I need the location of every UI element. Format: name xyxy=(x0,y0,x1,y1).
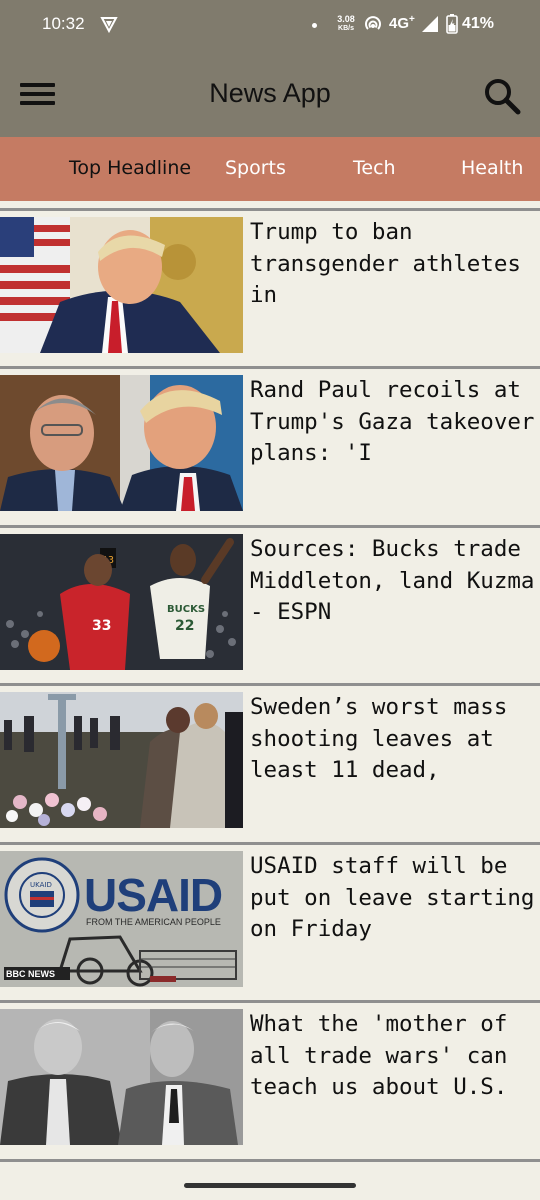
hotspot-icon xyxy=(365,16,381,30)
news-thumbnail-image xyxy=(0,217,243,353)
network-speed: 3.08 KB/s xyxy=(332,14,360,34)
notification-dot-icon xyxy=(312,23,317,28)
news-headline: Sources: Bucks trade Middleton, land Kuz… xyxy=(250,536,535,625)
news-list-item[interactable]: UKAID USAID FROM THE AMERICAN PEOPLE BBC… xyxy=(0,842,540,1003)
news-thumbnail: UKAID USAID FROM THE AMERICAN PEOPLE BBC… xyxy=(0,851,243,987)
news-list-item[interactable]: Trump to ban transgender athletes in xyxy=(0,208,540,369)
thumb-usaid-sub: FROM THE AMERICAN PEOPLE xyxy=(86,917,221,927)
news-headline: Rand Paul recoils at Trump's Gaza takeov… xyxy=(250,377,535,466)
tab-sports[interactable]: Sports xyxy=(225,157,286,179)
battery-percentage: 41% xyxy=(462,15,495,32)
network-type: 4G+ xyxy=(389,14,415,32)
list-bottom-divider xyxy=(0,1159,540,1162)
thumb-bucks-number: 22 xyxy=(175,618,194,634)
news-headline: Trump to ban transgender athletes in xyxy=(250,219,535,308)
thumb-bucks-text: BUCKS xyxy=(167,604,205,615)
news-list-item[interactable]: What the 'mother of all trade wars' can … xyxy=(0,1000,540,1161)
network-speed-value: 3.08 xyxy=(337,14,355,24)
news-thumbnail-image: UKAID USAID FROM THE AMERICAN PEOPLE BBC… xyxy=(0,851,243,987)
news-thumbnail-image xyxy=(0,1009,243,1145)
status-time: 10:32 xyxy=(42,14,85,33)
thumb-bbc-news: BBC NEWS xyxy=(6,969,55,979)
thumb-jersey-number: 33 xyxy=(92,618,111,634)
tab-health[interactable]: Health xyxy=(461,157,523,179)
network-type-label: 4G xyxy=(389,15,410,32)
gesture-nav-handle[interactable] xyxy=(184,1183,356,1188)
app-title: News App xyxy=(209,78,331,108)
news-headline: USAID staff will be put on leave startin… xyxy=(250,853,535,942)
news-headline: Sweden’s worst mass shooting leaves at l… xyxy=(250,694,521,783)
news-thumbnail xyxy=(0,375,243,511)
news-thumbnail xyxy=(0,1009,243,1145)
tab-top-headline[interactable]: Top Headline xyxy=(69,157,191,179)
news-thumbnail: 13 33 BUCKS 22 xyxy=(0,534,243,670)
battery-charging-icon xyxy=(446,14,458,34)
status-bar: 10:32 3.08 KB/s 4G+ 41% xyxy=(0,0,540,52)
network-type-sup: + xyxy=(409,14,415,25)
news-thumbnail xyxy=(0,217,243,353)
category-tabs: Top Headline Sports Tech Health xyxy=(0,137,540,201)
news-thumbnail-image xyxy=(0,692,243,828)
signal-strength-icon xyxy=(422,16,438,32)
search-icon[interactable] xyxy=(480,74,524,118)
news-list-item[interactable]: Rand Paul recoils at Trump's Gaza takeov… xyxy=(0,366,540,527)
news-headline: What the 'mother of all trade wars' can … xyxy=(250,1011,521,1100)
news-list-item[interactable]: 13 33 BUCKS 22 Sources: Bucks trade Midd… xyxy=(0,525,540,686)
thumb-usaid-seal: UKAID xyxy=(30,881,52,889)
thumb-usaid-main: USAID xyxy=(84,869,222,921)
news-thumbnail xyxy=(0,692,243,828)
tab-tech[interactable]: Tech xyxy=(353,157,396,179)
news-list-item[interactable]: Sweden’s worst mass shooting leaves at l… xyxy=(0,683,540,844)
news-thumbnail-image: 13 33 BUCKS 22 xyxy=(0,534,243,670)
vpn-shield-icon xyxy=(100,17,118,33)
news-thumbnail-image xyxy=(0,375,243,511)
app-bar: News App xyxy=(0,52,540,137)
network-speed-unit: KB/s xyxy=(338,25,354,32)
